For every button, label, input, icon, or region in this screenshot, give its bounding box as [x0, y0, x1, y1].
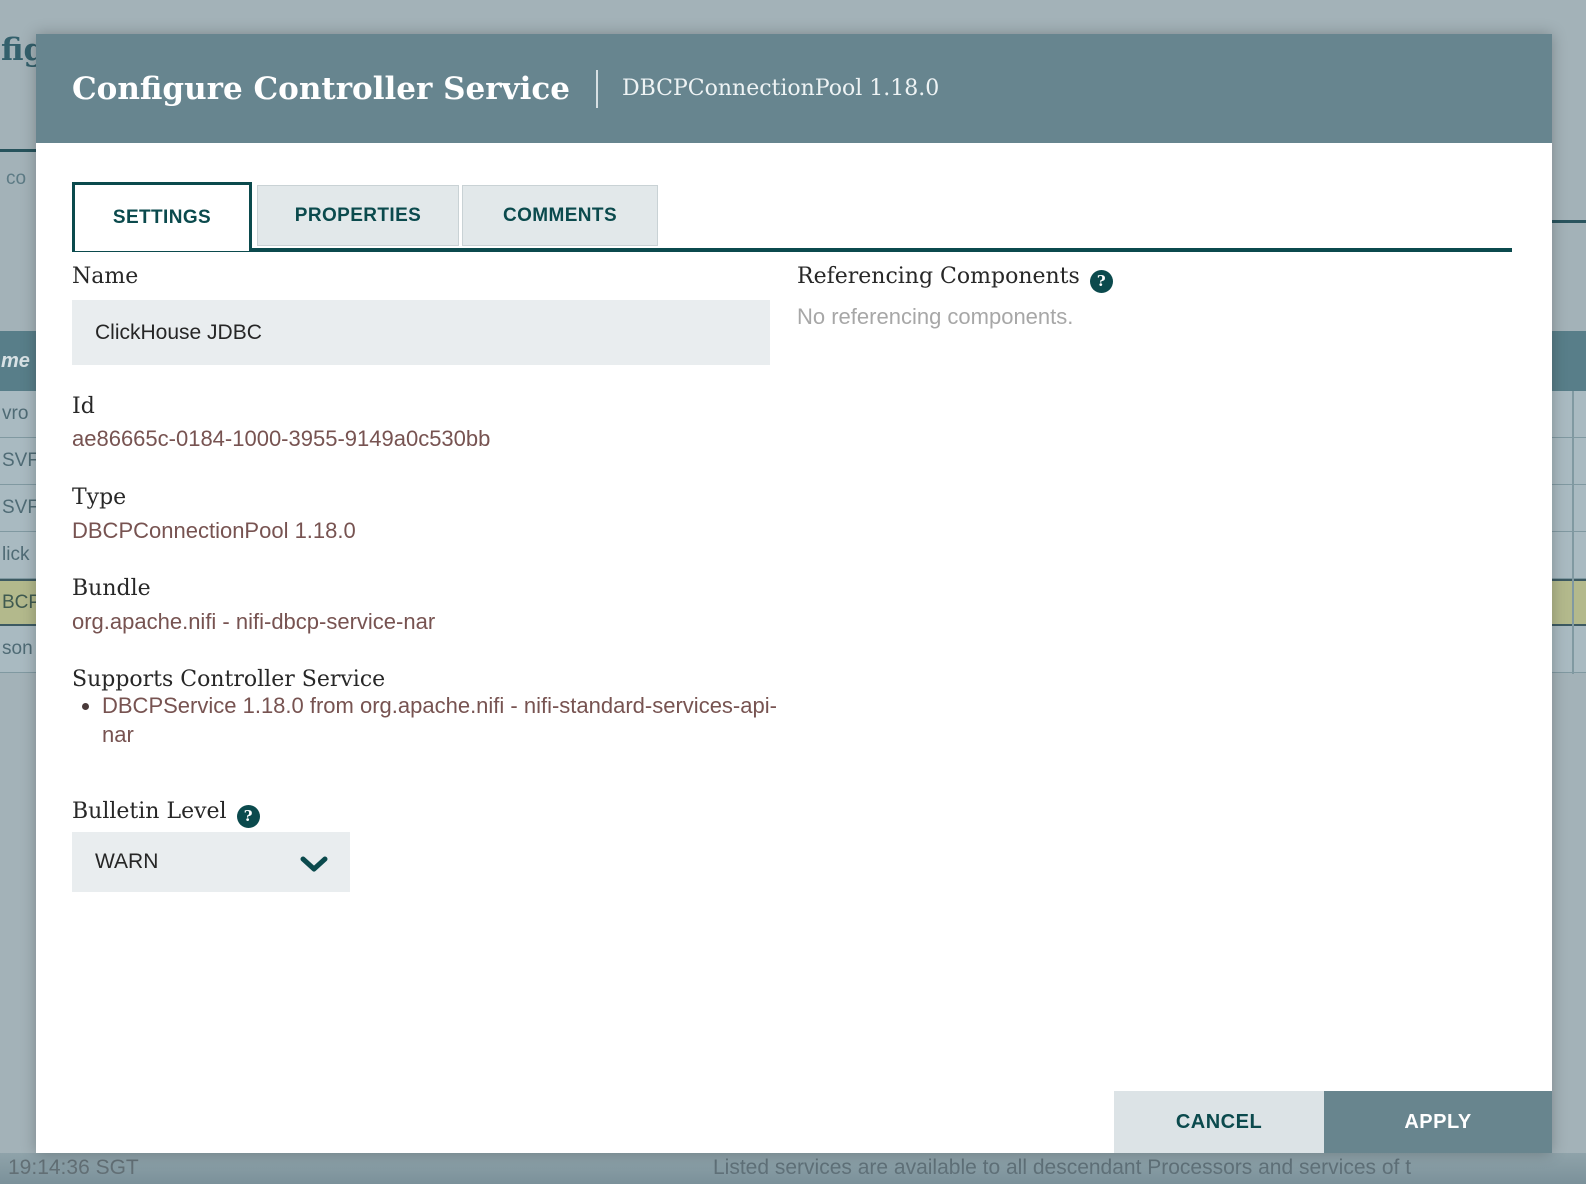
dialog-header: Configure Controller Service DBCPConnect… — [36, 34, 1552, 143]
background-divider-left — [0, 149, 36, 152]
name-label: Name — [72, 262, 138, 292]
help-icon[interactable]: ? — [1090, 270, 1113, 293]
tab-properties[interactable]: PROPERTIES — [257, 185, 459, 246]
chevron-down-icon — [300, 856, 328, 873]
footer-note: Listed services are available to all des… — [713, 1156, 1411, 1180]
referencing-components-label: Referencing Components? — [797, 262, 1113, 293]
dialog-subtitle: DBCPConnectionPool 1.18.0 — [622, 76, 939, 101]
bulletin-level-label: Bulletin Level? — [72, 797, 260, 828]
background-text-fragment: co — [6, 168, 26, 190]
background-heading-fragment: fig — [1, 32, 37, 68]
background-column-divider — [1572, 391, 1574, 674]
supported-service-item: DBCPService 1.18.0 from org.apache.nifi … — [102, 691, 782, 749]
bulletin-level-value: WARN — [95, 850, 158, 874]
background-divider-right — [1552, 220, 1586, 223]
tab-underline — [72, 248, 1512, 252]
background-column-header-fragment: me — [0, 350, 30, 373]
title-separator — [596, 70, 598, 108]
tab-settings[interactable]: SETTINGS — [72, 182, 252, 251]
name-input[interactable]: ClickHouse JDBC — [72, 300, 770, 365]
configure-controller-service-dialog: Configure Controller Service DBCPConnect… — [36, 34, 1552, 1153]
bundle-label: Bundle — [72, 574, 151, 604]
bulletin-level-label-text: Bulletin Level — [72, 799, 227, 824]
clock-timestamp: 19:14:36 SGT — [8, 1156, 139, 1180]
supported-service-list: DBCPService 1.18.0 from org.apache.nifi … — [76, 691, 782, 749]
bundle-value: org.apache.nifi - nifi-dbcp-service-nar — [72, 607, 435, 637]
dialog-title: Configure Controller Service — [72, 71, 570, 107]
id-value: ae86665c-0184-1000-3955-9149a0c530bb — [72, 424, 490, 454]
cancel-button[interactable]: CANCEL — [1114, 1091, 1324, 1153]
id-label: Id — [72, 392, 95, 422]
bulletin-level-dropdown[interactable]: WARN — [72, 832, 350, 892]
type-value: DBCPConnectionPool 1.18.0 — [72, 516, 356, 546]
apply-button[interactable]: APPLY — [1324, 1091, 1552, 1153]
help-icon[interactable]: ? — [237, 805, 260, 828]
type-label: Type — [72, 483, 126, 513]
no-referencing-components-text: No referencing components. — [797, 304, 1073, 330]
referencing-components-label-text: Referencing Components — [797, 264, 1080, 289]
tab-comments[interactable]: COMMENTS — [462, 185, 658, 246]
